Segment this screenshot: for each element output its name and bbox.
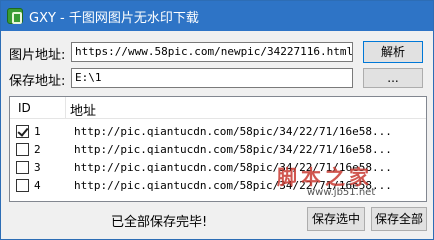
list-row[interactable]: 2 http://pic.qiantucdn.com/58pic/34/22/7… bbox=[10, 141, 426, 157]
site-watermark: 脚本之家 www.jb51.net bbox=[277, 161, 427, 201]
url-label: 图片地址: bbox=[9, 48, 66, 63]
row-id: 2 bbox=[34, 143, 41, 156]
status-text: 已全部保存完毕! bbox=[111, 215, 208, 230]
save-path-input[interactable]: E:\1 bbox=[71, 68, 353, 88]
row-id: 4 bbox=[34, 179, 41, 192]
row-id: 3 bbox=[34, 161, 41, 174]
url-input[interactable]: https://www.58pic.com/newpic/34227116.ht… bbox=[71, 42, 353, 62]
browse-button[interactable]: ... bbox=[363, 68, 423, 88]
app-window: GXY - 千图网图片无水印下载 图片地址: https://www.58pic… bbox=[0, 0, 434, 240]
list-row[interactable]: 1 http://pic.qiantucdn.com/58pic/34/22/7… bbox=[10, 123, 426, 139]
row-checkbox[interactable] bbox=[16, 125, 29, 138]
row-checkbox[interactable] bbox=[16, 143, 29, 156]
title-bar[interactable]: GXY - 千图网图片无水印下载 bbox=[1, 1, 433, 31]
parse-button[interactable]: 解析 bbox=[363, 41, 423, 63]
save-path-label: 保存地址: bbox=[9, 74, 66, 89]
watermark-url: www.jb51.net bbox=[307, 187, 376, 198]
row-checkbox[interactable] bbox=[16, 161, 29, 174]
row-id: 1 bbox=[34, 125, 41, 138]
save-selected-button[interactable]: 保存选中 bbox=[307, 207, 365, 231]
row-url: http://pic.qiantucdn.com/58pic/34/22/71/… bbox=[74, 143, 392, 156]
list-header: ID 地址 bbox=[10, 97, 426, 119]
window-title: GXY - 千图网图片无水印下载 bbox=[29, 11, 199, 26]
row-url: http://pic.qiantucdn.com/58pic/34/22/71/… bbox=[74, 125, 392, 138]
column-header-url[interactable]: 地址 bbox=[70, 100, 96, 119]
save-all-button[interactable]: 保存全部 bbox=[371, 207, 427, 231]
watermark-title: 脚本之家 bbox=[277, 165, 373, 189]
column-divider[interactable] bbox=[65, 97, 66, 119]
app-icon bbox=[7, 8, 23, 24]
row-checkbox[interactable] bbox=[16, 179, 29, 192]
column-header-id[interactable]: ID bbox=[18, 101, 31, 115]
